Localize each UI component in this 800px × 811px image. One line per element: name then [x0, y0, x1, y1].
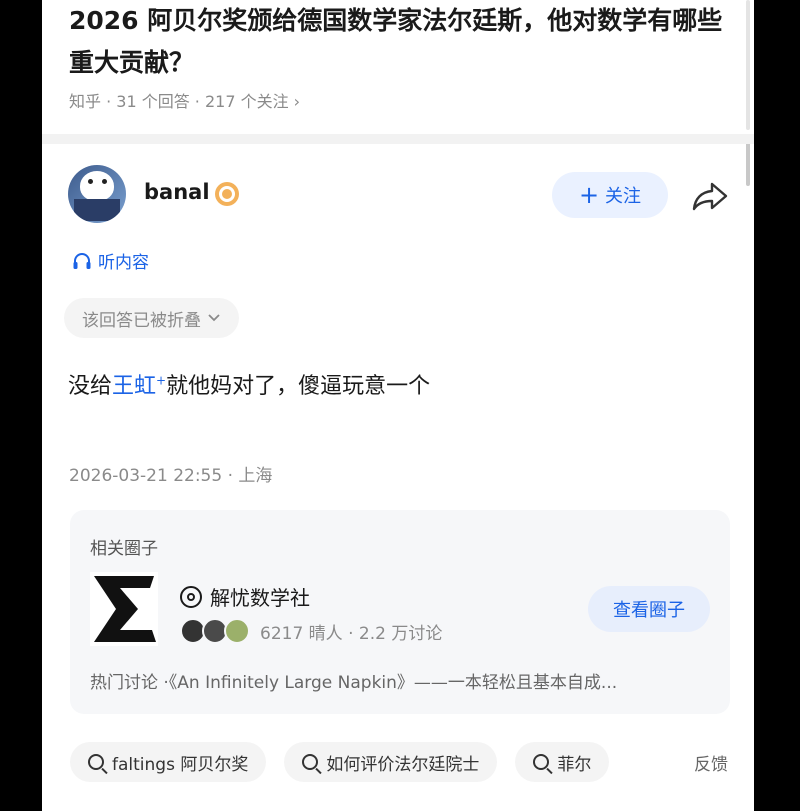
- circle-name-row[interactable]: 解忧数学社: [180, 582, 310, 611]
- share-icon[interactable]: [692, 180, 728, 212]
- search-icon: [302, 754, 319, 770]
- answer-timestamp: 2026-03-21 22:55 · 上海: [69, 466, 273, 486]
- circle-type-icon: [180, 585, 202, 608]
- folded-notice[interactable]: 该回答已被折叠: [64, 298, 239, 338]
- search-chip[interactable]: 如何评价法尔廷院士: [284, 742, 498, 782]
- search-chip-label: 菲尔: [557, 754, 592, 775]
- circle-stats-row: 6217 晴人 · 2.2 万讨论: [180, 618, 442, 644]
- circle-logo-sigma-icon: [90, 572, 158, 646]
- author-name[interactable]: banal: [144, 180, 210, 204]
- search-icon: [533, 754, 550, 770]
- topic-link[interactable]: 王虹: [112, 374, 156, 399]
- answer-page: 2026 阿贝尔奖颁给德国数学家法尔廷斯，他对数学有哪些重大贡献？ 知乎 · 3…: [42, 0, 754, 811]
- folded-label: 该回答已被折叠: [82, 310, 201, 331]
- circle-heading: 相关圈子: [90, 539, 158, 559]
- view-circle-button[interactable]: 查看圈子: [588, 586, 710, 632]
- search-icon: [88, 754, 104, 770]
- search-chip[interactable]: 菲尔: [515, 742, 610, 782]
- answer-content: 没给王虹+就他妈对了，傻逼玩意一个: [68, 368, 430, 400]
- hot-discussion[interactable]: 热门讨论 ·《An Infinitely Large Napkin》——一本轻松…: [90, 668, 710, 693]
- member-avatar: [224, 618, 250, 644]
- section-divider: [42, 134, 754, 144]
- listen-label: 听内容: [98, 253, 149, 273]
- answer-text-suffix: 就他妈对了，傻逼玩意一个: [166, 374, 431, 399]
- answer-text-prefix: 没给: [68, 374, 113, 399]
- question-title[interactable]: 2026 阿贝尔奖颁给德国数学家法尔廷斯，他对数学有哪些重大贡献？: [69, 0, 729, 84]
- search-chip-label: faltings 阿贝尔奖: [112, 754, 249, 775]
- scroll-track: [746, 0, 750, 130]
- related-circle-card[interactable]: 相关圈子 解忧数学社 6217 晴人 · 2.2 万讨论 查看圈子 热门讨论 ·…: [70, 510, 730, 714]
- follow-button[interactable]: + 关注: [552, 172, 668, 218]
- scrollbar-thumb[interactable]: [746, 140, 750, 186]
- creator-badge-icon: [215, 182, 239, 206]
- headphones-icon: [73, 252, 91, 269]
- follow-label: 关注: [605, 186, 642, 207]
- circle-name: 解忧数学社: [210, 586, 310, 610]
- plus-icon: +: [578, 181, 600, 209]
- question-meta[interactable]: 知乎 · 31 个回答 · 217 个关注 ›: [69, 88, 300, 112]
- search-chip[interactable]: faltings 阿贝尔奖: [70, 742, 267, 782]
- search-chip-label: 如何评价法尔廷院士: [326, 754, 480, 775]
- search-suggestions: faltings 阿贝尔奖 如何评价法尔廷院士 菲尔: [70, 742, 610, 782]
- feedback-button[interactable]: 反馈: [680, 742, 754, 782]
- listen-button[interactable]: 听内容: [72, 248, 149, 273]
- author-avatar[interactable]: [68, 165, 126, 223]
- chevron-down-icon: [208, 314, 220, 322]
- circle-stats: 6217 晴人 · 2.2 万讨论: [260, 623, 443, 644]
- topic-link-mark: +: [156, 373, 167, 388]
